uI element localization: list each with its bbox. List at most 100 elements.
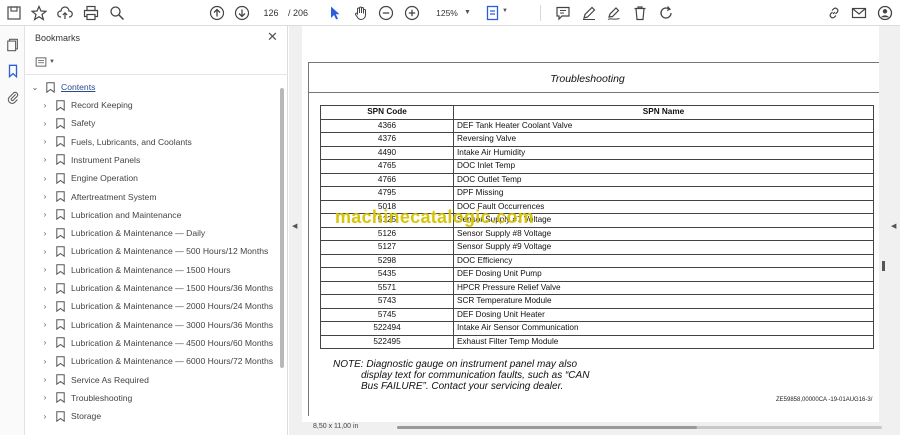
bookmark-item[interactable]: › Fuels, Lubricants, and Coolants (40, 133, 295, 151)
section-title: Troubleshooting (550, 73, 625, 85)
chevron-right-icon[interactable]: › (40, 320, 50, 329)
bookmark-label[interactable]: Lubrication & Maintenance — Daily (71, 228, 205, 238)
comment-icon[interactable] (553, 3, 573, 23)
chevron-right-icon[interactable]: › (40, 393, 50, 402)
bookmark-label[interactable]: Safety (71, 118, 95, 128)
chevron-right-icon[interactable]: › (40, 137, 50, 146)
bookmark-label[interactable]: Service As Required (71, 375, 149, 385)
cloud-upload-icon[interactable] (55, 3, 75, 23)
bookmark-label[interactable]: Lubrication and Maintenance (71, 210, 181, 220)
bookmark-item[interactable]: › Engine Operation (40, 169, 295, 187)
chevron-right-icon[interactable]: › (40, 247, 50, 256)
zoom-out-icon[interactable] (376, 3, 396, 23)
hand-tool-icon[interactable] (351, 3, 371, 23)
bookmark-label[interactable]: Lubrication & Maintenance — 1500 Hours (71, 265, 231, 275)
email-icon[interactable] (849, 3, 869, 23)
print-icon[interactable] (81, 3, 101, 23)
chevron-right-icon[interactable]: › (40, 210, 50, 219)
highlight-pen-icon[interactable] (579, 3, 599, 23)
chevron-right-icon[interactable]: › (40, 192, 50, 201)
horizontal-scroll-thumb[interactable] (397, 426, 697, 429)
bookmark-label[interactable]: Storage (71, 411, 101, 421)
bookmark-label[interactable]: Lubrication & Maintenance — 4500 Hours/6… (71, 338, 273, 348)
bookmark-item[interactable]: › Service As Required (40, 371, 295, 389)
bookmark-item[interactable]: › Lubrication & Maintenance — 6000 Hours/… (40, 352, 295, 370)
bookmark-label[interactable]: Lubrication & Maintenance — 3000 Hours/3… (71, 320, 273, 330)
bookmark-item[interactable]: › Lubrication and Maintenance (40, 206, 295, 224)
chevron-right-icon[interactable]: › (40, 155, 50, 164)
spn-code-cell: 522495 (320, 334, 454, 349)
bookmark-options-button[interactable]: ▼ (35, 55, 59, 69)
chevron-right-icon[interactable]: › (40, 338, 50, 347)
collapse-left-arrow-icon[interactable]: ◀ (292, 222, 297, 230)
panel-scrollbar[interactable] (280, 88, 284, 368)
bookmark-item[interactable]: › Lubrication & Maintenance — Daily (40, 224, 295, 242)
bookmark-item[interactable]: › Lubrication & Maintenance — 1500 Hours (40, 261, 295, 279)
chevron-right-icon[interactable]: › (40, 375, 50, 384)
bookmark-label[interactable]: Record Keeping (71, 100, 133, 110)
page-number-input[interactable]: 126 (256, 5, 286, 21)
bookmark-label[interactable]: Aftertreatment System (71, 192, 157, 202)
zoom-search-icon[interactable] (107, 3, 127, 23)
chevron-right-icon[interactable]: › (40, 357, 50, 366)
account-icon[interactable] (875, 3, 895, 23)
chevron-right-icon[interactable]: › (40, 101, 50, 110)
bookmark-label[interactable]: Contents (61, 82, 95, 92)
bookmark-item[interactable]: › Instrument Panels (40, 151, 295, 169)
bookmark-root[interactable]: ⌄ Contents (30, 78, 285, 96)
horizontal-scrollbar[interactable] (397, 426, 882, 429)
chevron-right-icon[interactable]: › (40, 265, 50, 274)
bookmark-label[interactable]: Fuels, Lubricants, and Coolants (71, 137, 192, 147)
zoom-caret-icon[interactable]: ▼ (464, 5, 471, 21)
chevron-right-icon[interactable]: › (40, 284, 50, 293)
bookmark-item[interactable]: › Record Keeping (40, 96, 295, 114)
draw-pen-icon[interactable] (604, 3, 624, 23)
page-display-icon[interactable] (483, 3, 503, 23)
document-scrollbar[interactable] (882, 261, 885, 271)
spn-code-cell: 4490 (320, 145, 454, 160)
share-link-icon[interactable] (824, 3, 844, 23)
chevron-right-icon[interactable]: › (40, 412, 50, 421)
attachments-paperclip-icon[interactable] (4, 88, 21, 105)
chevron-right-icon[interactable]: › (40, 229, 50, 238)
bookmark-label[interactable]: Lubrication & Maintenance — 1500 Hours/3… (71, 283, 273, 293)
delete-icon[interactable] (630, 3, 650, 23)
bookmark-item[interactable]: › Aftertreatment System (40, 188, 295, 206)
select-cursor-icon[interactable] (325, 3, 345, 23)
bookmark-item[interactable]: › Lubrication & Maintenance — 500 Hours/1… (40, 242, 295, 260)
bookmark-item[interactable]: › Lubrication & Maintenance — 2000 Hours/… (40, 297, 295, 315)
chevron-down-icon: ▼ (49, 59, 55, 65)
pages-thumbnail-icon[interactable] (4, 36, 21, 53)
bookmark-label[interactable]: Lubrication & Maintenance — 2000 Hours/2… (71, 301, 273, 311)
bookmark-tree: ⌄ Contents › Record Keeping › Safety › Fuels,… (25, 78, 280, 430)
page-total-label: / 206 (288, 8, 309, 18)
bookmark-label[interactable]: Lubrication & Maintenance — 6000 Hours/7… (71, 356, 273, 366)
bookmark-item[interactable]: › Safety (40, 114, 295, 132)
bookmark-item[interactable]: › Lubrication & Maintenance — 1500 Hours/… (40, 279, 295, 297)
zoom-level-select[interactable]: 125% (428, 5, 466, 21)
bookmark-label[interactable]: Engine Operation (71, 173, 138, 183)
bookmark-label[interactable]: Lubrication & Maintenance — 500 Hours/12… (71, 246, 268, 256)
previous-page-icon[interactable] (207, 3, 227, 23)
collapse-right-arrow-icon[interactable]: ◀ (891, 222, 896, 230)
chevron-down-icon[interactable]: ⌄ (30, 83, 40, 92)
bookmark-item[interactable]: › Troubleshooting (40, 389, 295, 407)
save-icon[interactable] (4, 3, 24, 23)
bookmark-item[interactable]: › Lubrication & Maintenance — 3000 Hours/… (40, 316, 295, 334)
zoom-in-icon[interactable] (402, 3, 422, 23)
chevron-right-icon[interactable]: › (40, 119, 50, 128)
bookmark-item[interactable]: › Lubrication & Maintenance — 4500 Hours/… (40, 334, 295, 352)
page-display-caret-icon[interactable]: ▼ (502, 8, 508, 14)
close-panel-button[interactable]: ✕ (267, 30, 278, 44)
rotate-icon[interactable] (656, 3, 676, 23)
bookmark-label[interactable]: Instrument Panels (71, 155, 140, 165)
table-row: 4366 DEF Tank Heater Coolant Valve (320, 118, 874, 133)
chevron-right-icon[interactable]: › (40, 174, 50, 183)
chevron-right-icon[interactable]: › (40, 302, 50, 311)
bookmarks-panel-icon[interactable] (4, 62, 21, 79)
bookmark-label[interactable]: Troubleshooting (71, 393, 132, 403)
figure-reference: ZE59858,00000CA -19-01AUG16-3/ (776, 397, 873, 403)
bookmark-item[interactable]: › Storage (40, 407, 295, 425)
next-page-icon[interactable] (232, 3, 252, 23)
star-icon[interactable] (29, 3, 49, 23)
